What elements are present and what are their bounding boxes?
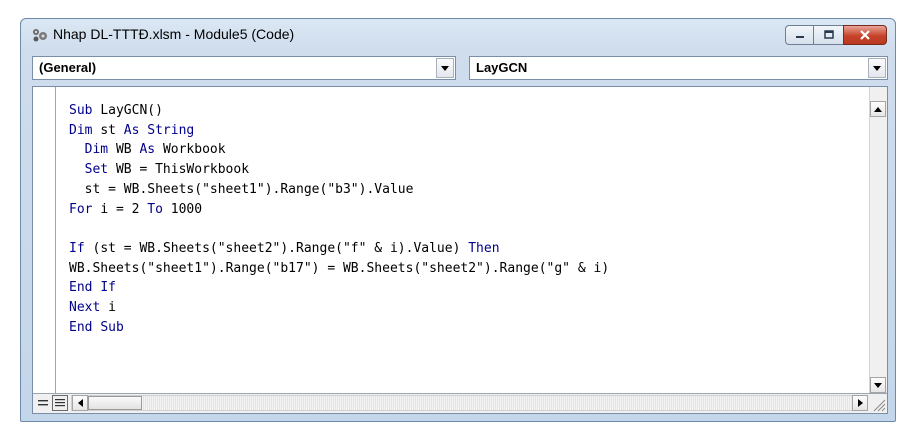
code-window: Nhap DL-TTTĐ.xlsm - Module5 (Code) (Gene… [20,18,896,422]
editor-status-strip [33,393,887,413]
object-combobox-value: (General) [39,60,97,75]
title-bar[interactable]: Nhap DL-TTTĐ.xlsm - Module5 (Code) [21,19,895,51]
scroll-up-button[interactable] [870,101,886,117]
maximize-icon [823,30,834,39]
code-line[interactable]: Dim WB As Workbook [69,142,226,157]
object-combobox[interactable]: (General) [32,56,456,80]
code-line[interactable]: Next i [69,300,116,315]
code-line[interactable]: Dim st As String [69,123,194,138]
code-line[interactable]: Set WB = ThisWorkbook [69,162,249,177]
procedure-view-button[interactable] [35,395,51,411]
maximize-button[interactable] [814,25,843,45]
resize-grip-icon[interactable] [870,395,887,413]
code-line[interactable]: WB.Sheets("sheet1").Range("b17") = WB.Sh… [69,261,609,276]
code-text[interactable]: Sub LayGCN() Dim st As String Dim WB As … [69,101,609,337]
object-dropdown-button[interactable] [436,58,454,78]
scroll-right-button[interactable] [852,395,868,411]
minimize-icon [795,36,804,38]
arrow-left-icon [77,399,83,407]
horizontal-scrollbar[interactable] [71,395,868,411]
procedure-combobox[interactable]: LayGCN [469,56,888,80]
window-title: Nhap DL-TTTĐ.xlsm - Module5 (Code) [53,26,295,42]
code-line[interactable]: If (st = WB.Sheets("sheet2").Range("f" &… [69,241,500,256]
vba-project-icon [33,29,47,42]
margin-indicator-bar[interactable] [33,87,56,395]
chevron-down-icon [441,65,449,71]
scroll-down-button[interactable] [870,377,886,393]
arrow-down-icon [874,382,882,388]
horizontal-scroll-thumb[interactable] [88,396,142,410]
code-line[interactable]: Sub LayGCN() [69,103,163,118]
code-line[interactable]: End Sub [69,320,124,335]
full-module-view-button[interactable] [52,395,68,411]
code-editor[interactable]: Sub LayGCN() Dim st As String Dim WB As … [32,86,888,414]
code-line[interactable]: End If [69,280,116,295]
procedure-view-icon [38,400,48,406]
chevron-down-icon [873,65,881,71]
close-button[interactable] [843,25,887,45]
full-module-view-icon [55,399,65,407]
arrow-right-icon [857,399,863,407]
vertical-scrollbar[interactable] [869,87,887,394]
procedure-dropdown-button[interactable] [868,58,886,78]
code-line[interactable]: For i = 2 To 1000 [69,202,202,217]
scroll-left-button[interactable] [72,395,88,411]
window-controls [785,25,887,45]
minimize-button[interactable] [785,25,814,45]
arrow-up-icon [874,106,882,112]
procedure-combobox-value: LayGCN [476,60,528,75]
code-line[interactable]: st = WB.Sheets("sheet1").Range("b3").Val… [69,182,414,197]
close-icon [860,30,870,40]
